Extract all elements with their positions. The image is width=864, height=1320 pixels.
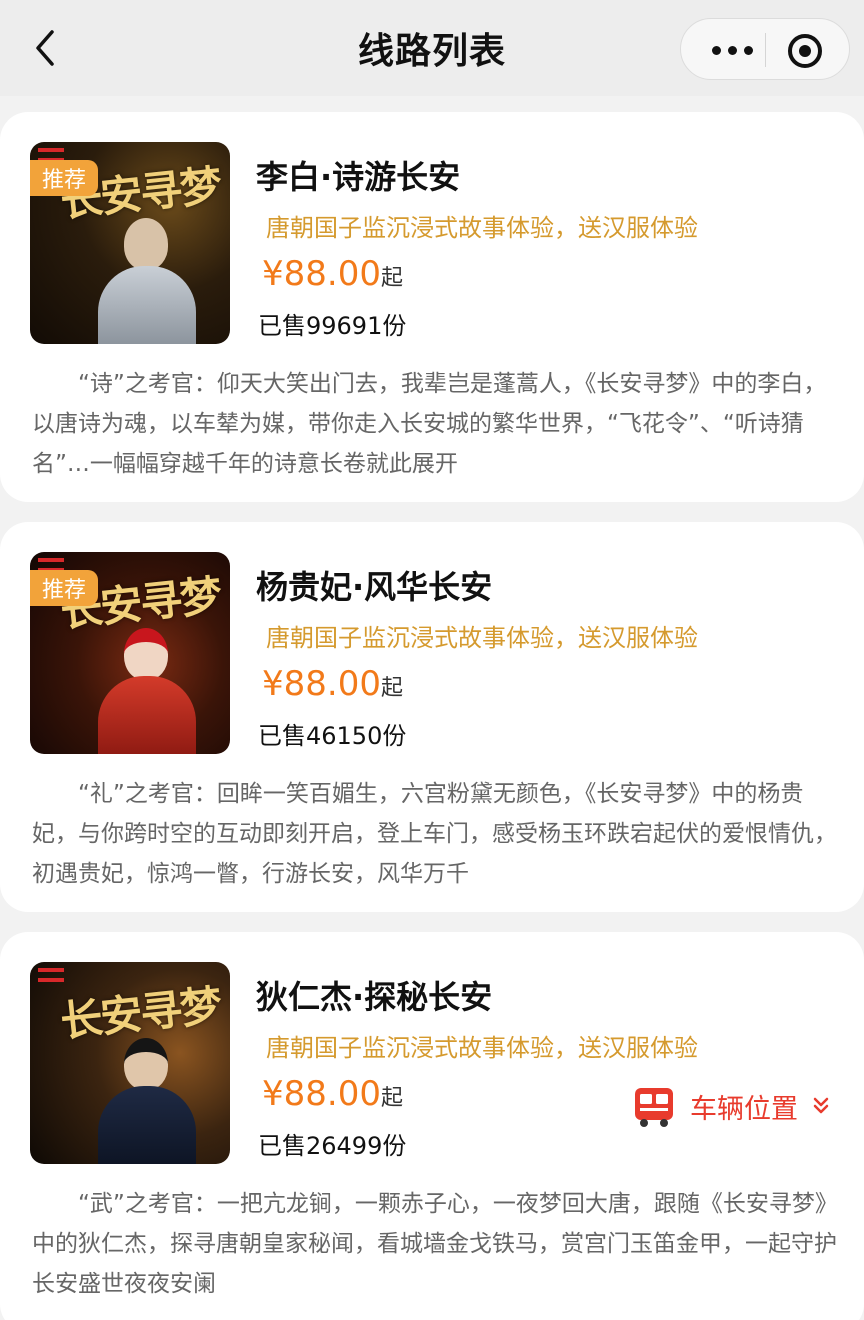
route-subtitle: 唐朝国子监沉浸式故事体验，送汉服体验 [266, 1034, 698, 1062]
recommend-tag: 推荐 [30, 160, 99, 196]
route-description: “诗”之考官：仰天大笑出门去，我辈岂是蓬蒿人，《长安寻梦》中的李白，以唐诗为魂，… [32, 371, 827, 477]
route-description: “礼”之考官：回眸一笑百媚生，六宫粉黛无颜色，《长安寻梦》中的杨贵妃，与你跨时空… [32, 781, 837, 887]
route-subtitle: 唐朝国子监沉浸式故事体验，送汉服体验 [266, 624, 698, 652]
detective-figure [92, 1038, 202, 1164]
concubine-figure [92, 628, 202, 754]
route-description: “武”之考官：一把亢龙锏，一颗赤子心，一夜梦回大唐，跟随《长安寻梦》中的狄仁杰，… [32, 1191, 838, 1297]
vehicle-location-label: 车辆位置 [690, 1093, 798, 1125]
poet-figure [92, 218, 202, 344]
sold-count: 已售46150份 [258, 722, 407, 750]
route-card[interactable]: 推荐 长安寻梦 杨贵妃·风华长安 唐朝国子监沉浸式故事体验，送汉服体验 ¥88.… [0, 522, 864, 912]
sold-count: 已售99691份 [258, 312, 407, 340]
route-thumbnail[interactable]: 推荐 长安寻梦 [30, 142, 230, 344]
recommend-tag: 推荐 [30, 570, 99, 606]
route-subtitle: 唐朝国子监沉浸式故事体验，送汉服体验 [266, 214, 698, 242]
bus-icon [632, 1084, 676, 1128]
route-name[interactable]: 李白·诗游长安 [256, 152, 460, 198]
route-price: ¥88.00起 [262, 664, 403, 704]
route-card[interactable]: 推荐 长安寻梦 李白·诗游长安 唐朝国子监沉浸式故事体验，送汉服体验 ¥88.0… [0, 112, 864, 502]
price-amount: ¥88.00 [262, 664, 381, 704]
route-thumbnail[interactable]: 推荐 长安寻梦 [30, 552, 230, 754]
price-suffix: 起 [380, 266, 403, 291]
mini-program-capsule [680, 18, 850, 80]
route-card[interactable]: 长安寻梦 狄仁杰·探秘长安 唐朝国子监沉浸式故事体验，送汉服体验 ¥88.00起… [0, 932, 864, 1320]
close-circle-icon[interactable] [785, 31, 825, 71]
sold-count: 已售26499份 [258, 1132, 407, 1160]
route-name[interactable]: 狄仁杰·探秘长安 [256, 972, 492, 1018]
route-price: ¥88.00起 [262, 1074, 403, 1114]
route-thumbnail[interactable]: 长安寻梦 [30, 962, 230, 1164]
capsule-divider [765, 33, 766, 67]
price-suffix: 起 [380, 1086, 403, 1111]
vehicle-location-button[interactable]: 车辆位置 [632, 1082, 830, 1130]
route-price: ¥88.00起 [262, 254, 403, 294]
more-dots-icon[interactable] [697, 31, 767, 69]
brand-logo [38, 968, 64, 982]
double-chevron-down-icon [812, 1096, 830, 1116]
route-name[interactable]: 杨贵妃·风华长安 [256, 562, 492, 608]
price-amount: ¥88.00 [262, 1074, 381, 1114]
navigation-bar: 线路列表 [0, 0, 864, 96]
price-suffix: 起 [380, 676, 403, 701]
price-amount: ¥88.00 [262, 254, 381, 294]
